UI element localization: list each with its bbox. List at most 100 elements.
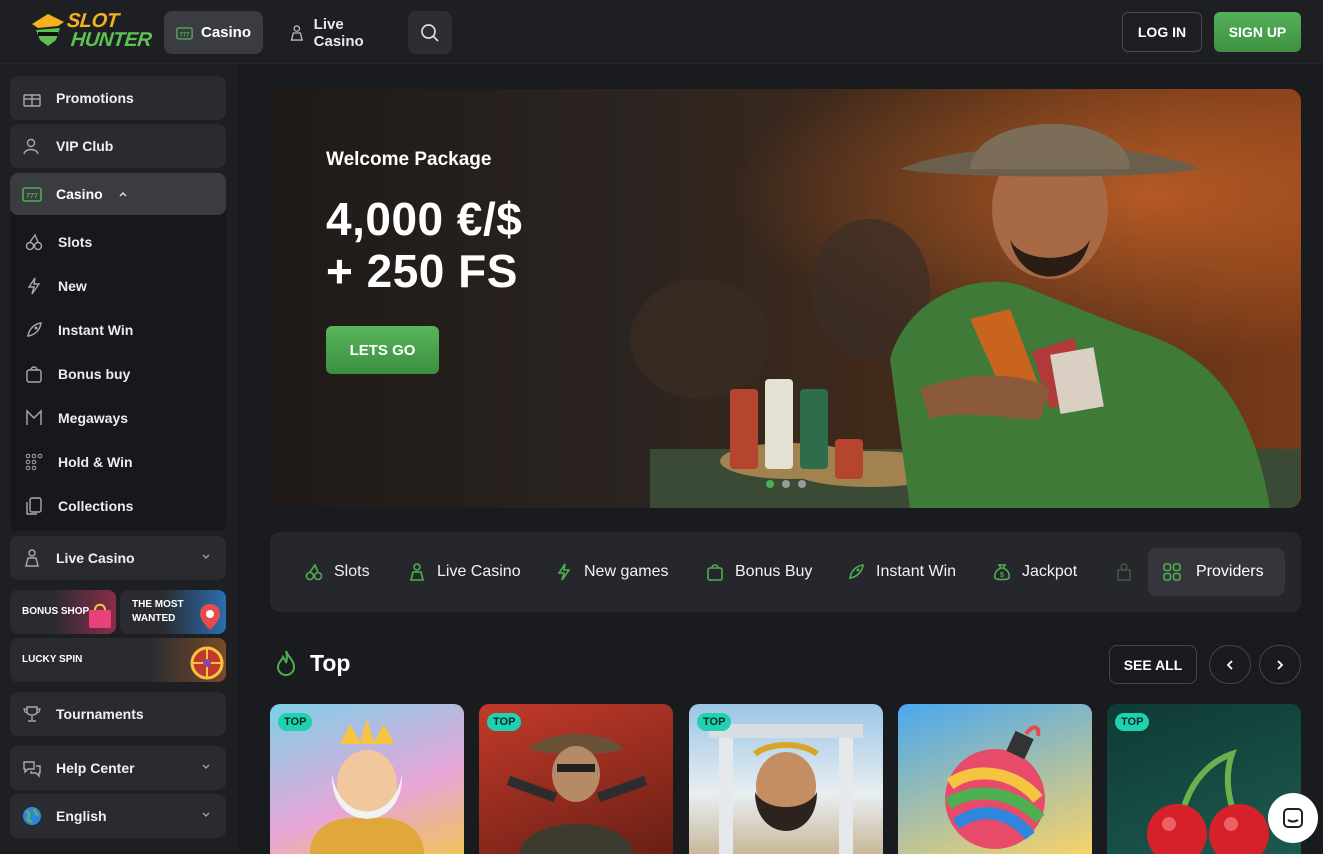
sidebar-sub-megaways[interactable]: Megaways bbox=[24, 402, 128, 434]
login-button[interactable]: LOG IN bbox=[1122, 12, 1202, 52]
sidebar-sub-bonus-buy[interactable]: Bonus buy bbox=[24, 358, 130, 390]
sidebar-item-tournaments[interactable]: Tournaments bbox=[10, 692, 226, 736]
category-bonus-buy[interactable]: Bonus Buy bbox=[705, 556, 812, 588]
carousel-dot[interactable] bbox=[766, 480, 774, 488]
chevron-left-icon bbox=[1226, 659, 1233, 670]
bonus-shop-tile[interactable]: BONUS SHOP bbox=[10, 590, 116, 634]
category-instant-win[interactable]: Instant Win bbox=[846, 556, 956, 588]
lucky-spin-tile[interactable]: LUCKY SPIN bbox=[10, 638, 226, 682]
svg-text:777: 777 bbox=[26, 193, 38, 200]
category-jackpot[interactable]: $ Jackpot bbox=[992, 556, 1077, 588]
sidebar-item-help-center[interactable]: Help Center bbox=[10, 746, 226, 790]
search-button[interactable] bbox=[408, 11, 452, 54]
chat-bubbles-icon bbox=[23, 761, 41, 778]
rocket-icon bbox=[849, 564, 864, 579]
bonus-bag-icon bbox=[26, 366, 42, 383]
sidebar-sub-label: Hold & Win bbox=[58, 454, 133, 470]
sidebar-item-live-casino[interactable]: Live Casino bbox=[10, 536, 226, 580]
category-providers[interactable]: Providers bbox=[1148, 548, 1285, 596]
sidebar-sub-slots[interactable]: Slots bbox=[24, 226, 92, 258]
category-label: Live Casino bbox=[437, 563, 521, 580]
hero-title: Welcome Package bbox=[326, 149, 492, 170]
sidebar-sub-label: Collections bbox=[58, 498, 134, 514]
shopping-bag-icon bbox=[89, 603, 111, 628]
lightning-icon bbox=[557, 563, 571, 581]
chevron-down-icon bbox=[202, 764, 210, 770]
top-bar: SLOT HUNTER 777 Casino Live Casino LOG I… bbox=[0, 0, 1323, 64]
chevron-up-icon bbox=[119, 191, 127, 197]
chevron-down-icon bbox=[202, 812, 210, 818]
sidebar-sub-label: Megaways bbox=[58, 410, 129, 426]
category-label: Providers bbox=[1196, 563, 1264, 580]
dealer-icon bbox=[409, 563, 425, 581]
top-badge: TOP bbox=[487, 713, 522, 731]
carousel-dot[interactable] bbox=[798, 480, 806, 488]
sidebar-sub-label: Slots bbox=[58, 234, 93, 250]
category-new-games[interactable]: New games bbox=[554, 556, 668, 588]
sidebar-sub-collections[interactable]: Collections bbox=[24, 490, 133, 522]
rocket-icon bbox=[27, 322, 42, 337]
logo-wordmark: SLOT HUNTER bbox=[65, 10, 153, 51]
money-bag-icon: $ bbox=[993, 564, 1011, 581]
language-label: English bbox=[56, 808, 107, 824]
category-bar: Slots Live Casino New games Bonus Buy In… bbox=[270, 532, 1301, 612]
category-live-casino[interactable]: Live Casino bbox=[407, 556, 521, 588]
collections-icon bbox=[26, 497, 42, 515]
rainbow-bomb-game-art bbox=[944, 725, 1045, 849]
game-card[interactable]: TOP bbox=[689, 704, 883, 854]
sidebar-label: Promotions bbox=[56, 90, 134, 106]
category-label: Instant Win bbox=[876, 563, 957, 580]
hero-cta-button[interactable]: LETS GO bbox=[326, 326, 439, 374]
category-label: Jackpot bbox=[1022, 563, 1078, 580]
sidebar-item-vip[interactable]: VIP Club bbox=[10, 124, 226, 168]
sidebar-sub-instant-win[interactable]: Instant Win bbox=[24, 314, 133, 346]
nav-casino-tab[interactable]: 777 Casino bbox=[164, 11, 263, 54]
slot-machine-icon: 777 bbox=[176, 26, 193, 40]
signup-button[interactable]: SIGN UP bbox=[1214, 12, 1301, 52]
sidebar-item-promotions[interactable]: Promotions bbox=[10, 76, 226, 120]
flame-icon bbox=[276, 650, 296, 677]
sidebar-sub-hold-win[interactable]: Hold & Win bbox=[24, 446, 133, 478]
carousel-prev-button[interactable] bbox=[1209, 645, 1251, 684]
dealer-icon bbox=[290, 24, 303, 41]
carousel-dot[interactable] bbox=[782, 480, 790, 488]
nav-live-casino-label: Live Casino bbox=[313, 15, 364, 50]
user-crown-icon bbox=[23, 138, 39, 155]
most-wanted-tile[interactable]: THE MOST WANTED bbox=[120, 590, 226, 634]
gift-icon bbox=[23, 94, 41, 107]
nav-casino-label: Casino bbox=[200, 24, 251, 41]
top-badge: TOP bbox=[697, 713, 732, 731]
table-games-icon bbox=[1117, 563, 1131, 581]
fortune-wheel-icon bbox=[190, 646, 224, 680]
nav-live-casino-tab[interactable]: Live Casino bbox=[276, 11, 400, 54]
bonus-shop-label: BONUS SHOP bbox=[22, 606, 90, 617]
lucky-spin-label: LUCKY SPIN bbox=[22, 654, 83, 665]
chevron-right-icon bbox=[1277, 659, 1284, 670]
globe-flag-icon bbox=[23, 807, 41, 825]
see-all-button[interactable]: SEE ALL bbox=[1109, 645, 1197, 684]
game-card[interactable]: TOP bbox=[479, 704, 673, 854]
svg-text:$: $ bbox=[1000, 572, 1004, 579]
live-chat-button[interactable] bbox=[1268, 793, 1318, 843]
megaways-icon bbox=[26, 409, 42, 425]
bonus-bag-icon bbox=[707, 564, 723, 581]
language-selector[interactable]: English bbox=[10, 794, 226, 838]
dealer-icon bbox=[25, 549, 39, 567]
game-card[interactable] bbox=[898, 704, 1092, 854]
carousel-dots bbox=[766, 480, 806, 488]
game-card[interactable]: TOP bbox=[270, 704, 464, 854]
sidebar-sub-new[interactable]: New bbox=[24, 270, 87, 302]
sidebar-sub-label: Bonus buy bbox=[58, 366, 131, 382]
category-slots[interactable]: Slots bbox=[304, 556, 370, 588]
category-label: New games bbox=[584, 563, 669, 580]
hero-banner[interactable]: Welcome Package 4,000 €/$ + 250 FS LETS … bbox=[270, 89, 1301, 508]
sidebar-item-casino[interactable]: 777 Casino bbox=[10, 173, 226, 215]
carousel-next-button[interactable] bbox=[1259, 645, 1301, 684]
hero-offer-line2: + 250 FS bbox=[326, 245, 518, 297]
sidebar-label: VIP Club bbox=[56, 138, 114, 154]
slot-machine-icon: 777 bbox=[22, 187, 42, 202]
site-logo[interactable]: SLOT HUNTER bbox=[28, 8, 153, 56]
search-icon bbox=[421, 23, 439, 42]
top-badge: TOP bbox=[1115, 713, 1150, 731]
category-label: Bonus Buy bbox=[735, 563, 813, 580]
